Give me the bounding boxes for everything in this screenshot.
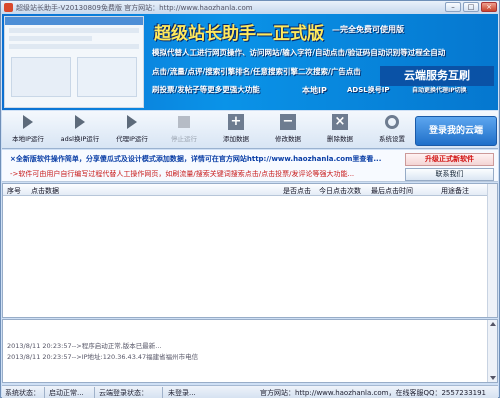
settings-button[interactable]: 系统设置 [370,114,414,147]
log-line-2: 2013/8/11 20:23:57-->IP地址:120.36.43.47福建… [7,353,199,361]
table-header: 序号 点击数据 是否点击 今日点击次数 最后点击时间 用途备注 [3,184,497,196]
banner-feature-1: 模拟代替人工进行网页操作、访问网站/输入字符/自动点击/验证码自动识别等过程全自… [152,48,446,57]
system-status-label: 系统状态： [5,389,40,397]
run-local-ip-label: 本地IP运行 [12,135,44,143]
run-proxy-ip-button[interactable]: 代理IP运行 [110,114,154,147]
banner-feature-2: 点击/流量/点评/搜索引擎排名/任意搜索引擎二次搜索/广告点击 [152,67,361,76]
banner-subtitle: —完全免费可使用版 [332,25,404,34]
run-local-ip-button[interactable]: 本地IP运行 [6,114,50,147]
log-scrollbar[interactable] [487,320,497,382]
status-bar: 系统状态： 启动正常... 云端登录状态： 未登录... 官方网站：http:/… [2,385,498,398]
minus-icon: − [280,114,296,130]
banner-feature-3: 刷投票/发帖子等更多更强大功能 [152,85,260,94]
scroll-up-icon[interactable] [490,322,496,326]
title-bar[interactable]: 超级站长助手-V20130809免费版 官方网站：http://www.haoz… [1,1,499,14]
status-site-info: 官方网站：http://www.haozhanla.com，在线客服QQ：255… [260,389,487,397]
log-line-1: 2013/8/11 20:23:57-->程序启动正常,版本已最新... [7,342,162,350]
notice-line-2: ->软件可由用户自行编写过程代替人工操作网页，如刷流量/搜索关键词搜索点击/点击… [10,170,355,178]
close-button[interactable]: × [481,2,497,12]
edit-data-button[interactable]: − 修改数据 [266,114,310,147]
upgrade-button[interactable]: 升级正式新软件 [405,153,494,166]
play-icon [72,114,88,130]
cloud-status-label: 云端登录状态： [99,389,148,397]
contact-us-button[interactable]: 联系我们 [405,168,494,181]
add-data-button[interactable]: + 添加数据 [214,114,258,147]
banner-title: 超级站长助手—正式版 [154,24,324,44]
scroll-down-icon[interactable] [490,376,496,380]
app-preview-image [4,16,144,108]
column-header-last-click-time[interactable]: 最后点击时间 [371,186,413,196]
maximize-button[interactable]: □ [463,2,479,12]
column-header-click-data[interactable]: 点击数据 [31,186,59,196]
log-panel: 2013/8/11 20:23:57-->程序启动正常,版本已最新... 201… [2,319,498,383]
stop-button[interactable]: 停止运行 [162,114,206,147]
cloud-status-value: 未登录... [168,389,196,397]
play-icon [20,114,36,130]
minimize-button[interactable]: – [445,2,461,12]
banner-tag-adsl: ADSL换号IP [347,86,390,94]
table-scrollbar[interactable] [487,184,497,317]
window-controls: – □ × [445,2,497,12]
stop-icon [176,114,192,130]
run-adsl-ip-button[interactable]: adsl换IP运行 [58,114,102,147]
notice-line-1: ×全新版软件操作简单，分享傻瓜式及设计模式添加数据，详情可在官方网站http:/… [10,155,382,163]
gear-icon [384,114,400,130]
cloud-login-button[interactable]: 登录我的云端 [415,116,497,146]
delete-icon: × [332,114,348,130]
column-header-index[interactable]: 序号 [7,186,21,196]
promo-banner: 超级站长助手—正式版 —完全免费可使用版 模拟代替人工进行网页操作、访问网站/输… [2,14,498,110]
play-icon [124,114,140,130]
plus-icon: + [228,114,244,130]
window-title: 超级站长助手-V20130809免费版 官方网站：http://www.haoz… [16,3,253,12]
app-logo-icon [4,3,13,12]
column-header-clicked[interactable]: 是否点击 [283,186,311,196]
settings-label: 系统设置 [379,135,405,143]
banner-tag-proxy: 自动更换代理IP切换 [412,87,467,94]
column-header-today-clicks[interactable]: 今日点击次数 [319,186,361,196]
delete-data-label: 删除数据 [327,135,353,143]
data-table[interactable]: 序号 点击数据 是否点击 今日点击次数 最后点击时间 用途备注 [2,183,498,318]
column-header-notes[interactable]: 用途备注 [441,186,469,196]
cloud-service-badge: 云端服务互刷 [380,66,494,86]
edit-data-label: 修改数据 [275,135,301,143]
add-data-label: 添加数据 [223,135,249,143]
run-proxy-ip-label: 代理IP运行 [116,135,148,143]
system-status-value: 启动正常... [49,389,84,397]
delete-data-button[interactable]: × 删除数据 [318,114,362,147]
banner-tag-local-ip: 本地IP [302,86,327,95]
stop-label: 停止运行 [171,135,197,143]
run-adsl-ip-label: adsl换IP运行 [60,135,100,143]
app-window: 超级站长助手-V20130809免费版 官方网站：http://www.haoz… [0,0,500,398]
